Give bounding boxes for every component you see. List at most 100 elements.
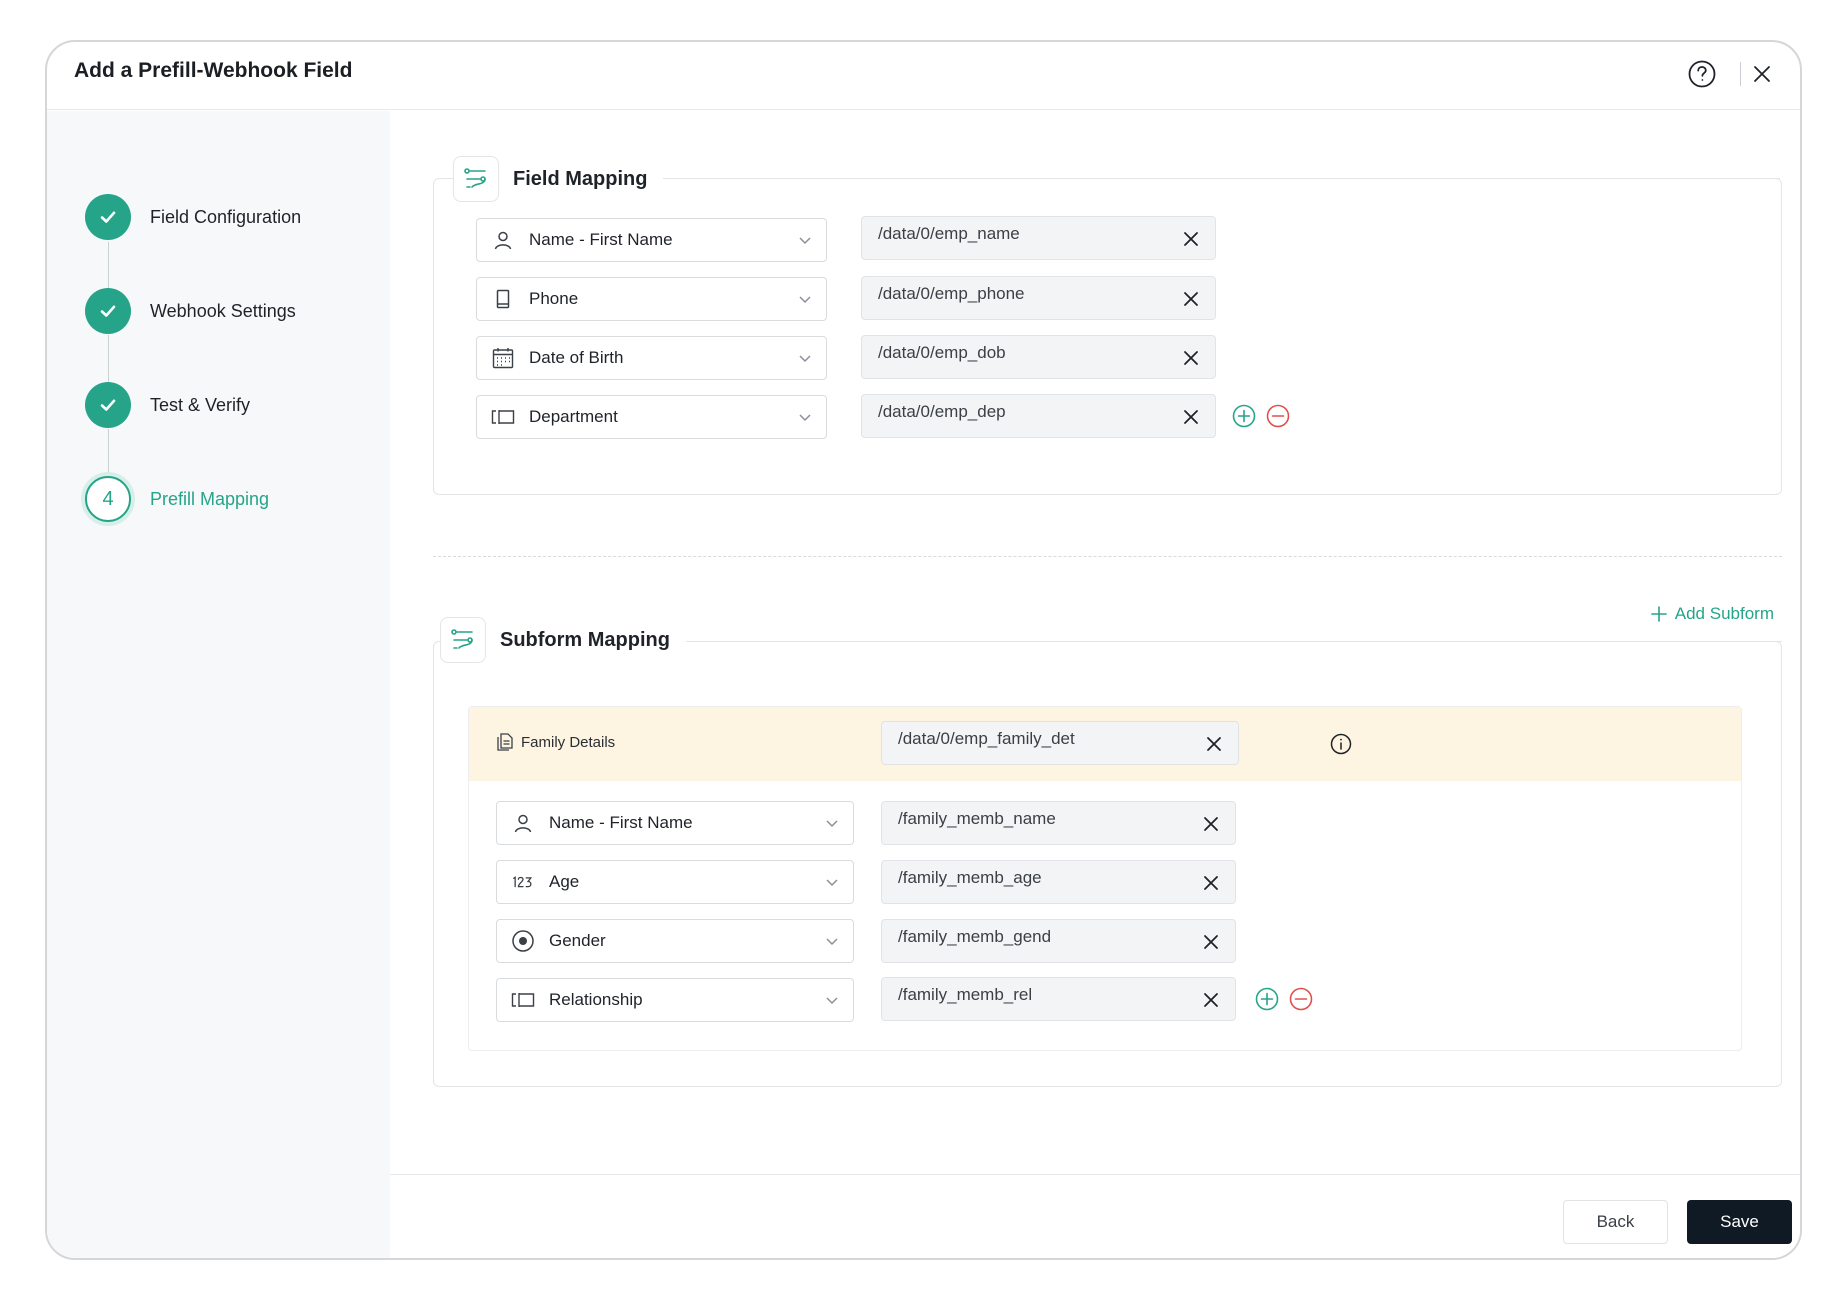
dropdown-field-icon bbox=[511, 988, 535, 1012]
step-field-configuration[interactable]: Field Configuration bbox=[85, 194, 301, 240]
subform-field-select-relationship[interactable]: Relationship bbox=[496, 978, 854, 1022]
plus-icon bbox=[1650, 606, 1667, 622]
path-value: /data/0/emp_dep bbox=[878, 402, 1006, 421]
chevron-down-icon bbox=[799, 355, 811, 363]
close-icon bbox=[1204, 993, 1218, 1007]
step-done-badge bbox=[85, 288, 131, 334]
back-button[interactable]: Back bbox=[1563, 1200, 1668, 1244]
close-icon bbox=[1204, 935, 1218, 949]
clear-path-button[interactable] bbox=[1181, 229, 1201, 249]
path-value: /family_memb_name bbox=[898, 809, 1056, 828]
subform-field-select-name[interactable]: Name - First Name bbox=[496, 801, 854, 845]
close-icon bbox=[1184, 351, 1198, 365]
field-select-dob[interactable]: Date of Birth bbox=[476, 336, 827, 380]
field-select-phone[interactable]: Phone bbox=[476, 277, 827, 321]
subform-field-select-gender[interactable]: Gender bbox=[496, 919, 854, 963]
add-subform-button[interactable]: Add Subform bbox=[1650, 604, 1774, 624]
field-select-department[interactable]: Department bbox=[476, 395, 827, 439]
step-prefill-mapping[interactable]: 4 Prefill Mapping bbox=[85, 476, 269, 522]
path-value: /family_memb_age bbox=[898, 868, 1042, 887]
add-row-icon[interactable] bbox=[1255, 987, 1279, 1011]
path-input[interactable]: /family_memb_gend bbox=[881, 919, 1236, 963]
field-select-label: Age bbox=[549, 872, 580, 891]
field-select-label: Name - First Name bbox=[529, 230, 673, 249]
save-button[interactable]: Save bbox=[1687, 1200, 1792, 1244]
info-icon[interactable] bbox=[1330, 733, 1352, 755]
path-input[interactable]: /family_memb_age bbox=[881, 860, 1236, 904]
check-icon bbox=[100, 211, 116, 223]
path-input[interactable]: /data/0/emp_phone bbox=[861, 276, 1216, 320]
path-value: /data/0/emp_phone bbox=[878, 284, 1025, 303]
clear-path-button[interactable] bbox=[1201, 873, 1221, 893]
path-input[interactable]: /data/0/emp_dob bbox=[861, 335, 1216, 379]
field-select-name[interactable]: Name - First Name bbox=[476, 218, 827, 262]
close-button[interactable] bbox=[1744, 56, 1780, 92]
dropdown-field-icon bbox=[491, 405, 515, 429]
close-icon bbox=[1184, 292, 1198, 306]
chevron-down-icon bbox=[799, 296, 811, 304]
subform-field-select-age[interactable]: Age bbox=[496, 860, 854, 904]
step-label: Test & Verify bbox=[150, 394, 251, 415]
remove-row-icon[interactable] bbox=[1289, 987, 1313, 1011]
clear-path-button[interactable] bbox=[1181, 289, 1201, 309]
field-select-label: Gender bbox=[549, 931, 606, 950]
section-title: Field Mapping bbox=[513, 167, 648, 190]
subform-name: Family Details bbox=[497, 733, 615, 751]
chevron-down-icon bbox=[826, 938, 838, 946]
header-divider bbox=[1740, 62, 1741, 86]
main-content: Field Mapping Name - First Name /data/0/… bbox=[390, 111, 1800, 1258]
subform-path-input[interactable]: /data/0/emp_family_det bbox=[881, 721, 1239, 765]
modal-header: Add a Prefill-Webhook Field bbox=[47, 42, 1800, 110]
step-done-badge bbox=[85, 194, 131, 240]
field-select-label: Date of Birth bbox=[529, 348, 624, 367]
check-icon bbox=[100, 305, 116, 317]
clear-path-button[interactable] bbox=[1201, 814, 1221, 834]
step-label: Webhook Settings bbox=[150, 300, 296, 321]
mapping-icon bbox=[451, 629, 473, 649]
step-webhook-settings[interactable]: Webhook Settings bbox=[85, 288, 296, 334]
clear-path-button[interactable] bbox=[1181, 407, 1201, 427]
person-icon bbox=[511, 811, 535, 835]
path-input[interactable]: /family_memb_rel bbox=[881, 977, 1236, 1021]
subform-mapping-header: Subform Mapping bbox=[440, 617, 686, 663]
step-connector bbox=[108, 335, 109, 383]
prefill-webhook-modal: Add a Prefill-Webhook Field Field Config… bbox=[45, 40, 1802, 1260]
clear-path-button[interactable] bbox=[1201, 932, 1221, 952]
modal-title: Add a Prefill-Webhook Field bbox=[74, 59, 353, 82]
clear-path-button[interactable] bbox=[1181, 348, 1201, 368]
path-input[interactable]: /data/0/emp_name bbox=[861, 216, 1216, 260]
remove-row-icon[interactable] bbox=[1266, 404, 1290, 428]
close-icon bbox=[1204, 876, 1218, 890]
steps-sidebar: Field Configuration Webhook Settings Tes… bbox=[47, 111, 390, 1258]
step-number-badge: 4 bbox=[85, 476, 131, 522]
section-divider bbox=[433, 556, 1782, 557]
step-connector bbox=[108, 429, 109, 476]
section-rule bbox=[685, 641, 1782, 642]
close-icon bbox=[1184, 410, 1198, 424]
help-icon bbox=[1688, 60, 1716, 88]
field-select-label: Relationship bbox=[549, 990, 643, 1009]
field-select-label: Department bbox=[529, 407, 618, 426]
add-row-icon[interactable] bbox=[1232, 404, 1256, 428]
mapping-icon-box bbox=[453, 156, 499, 202]
field-mapping-header: Field Mapping bbox=[453, 156, 664, 202]
close-icon bbox=[1184, 232, 1198, 246]
field-select-label: Phone bbox=[529, 289, 579, 308]
add-subform-label: Add Subform bbox=[1674, 604, 1774, 623]
step-done-badge bbox=[85, 382, 131, 428]
chevron-down-icon bbox=[799, 237, 811, 245]
step-test-verify[interactable]: Test & Verify bbox=[85, 382, 250, 428]
path-value: /data/0/emp_dob bbox=[878, 343, 1006, 362]
path-value: /data/0/emp_family_det bbox=[898, 729, 1075, 748]
phone-icon bbox=[491, 287, 515, 311]
field-select-label: Name - First Name bbox=[549, 813, 693, 832]
clear-path-button[interactable] bbox=[1204, 734, 1224, 754]
subform-header-bar: Family Details /data/0/emp_family_det bbox=[469, 707, 1741, 781]
clear-path-button[interactable] bbox=[1201, 990, 1221, 1010]
calendar-icon bbox=[491, 346, 515, 370]
step-label: Field Configuration bbox=[150, 206, 302, 227]
help-button[interactable] bbox=[1684, 56, 1720, 92]
section-rule bbox=[650, 178, 1780, 179]
path-input[interactable]: /family_memb_name bbox=[881, 801, 1236, 845]
path-input[interactable]: /data/0/emp_dep bbox=[861, 394, 1216, 438]
